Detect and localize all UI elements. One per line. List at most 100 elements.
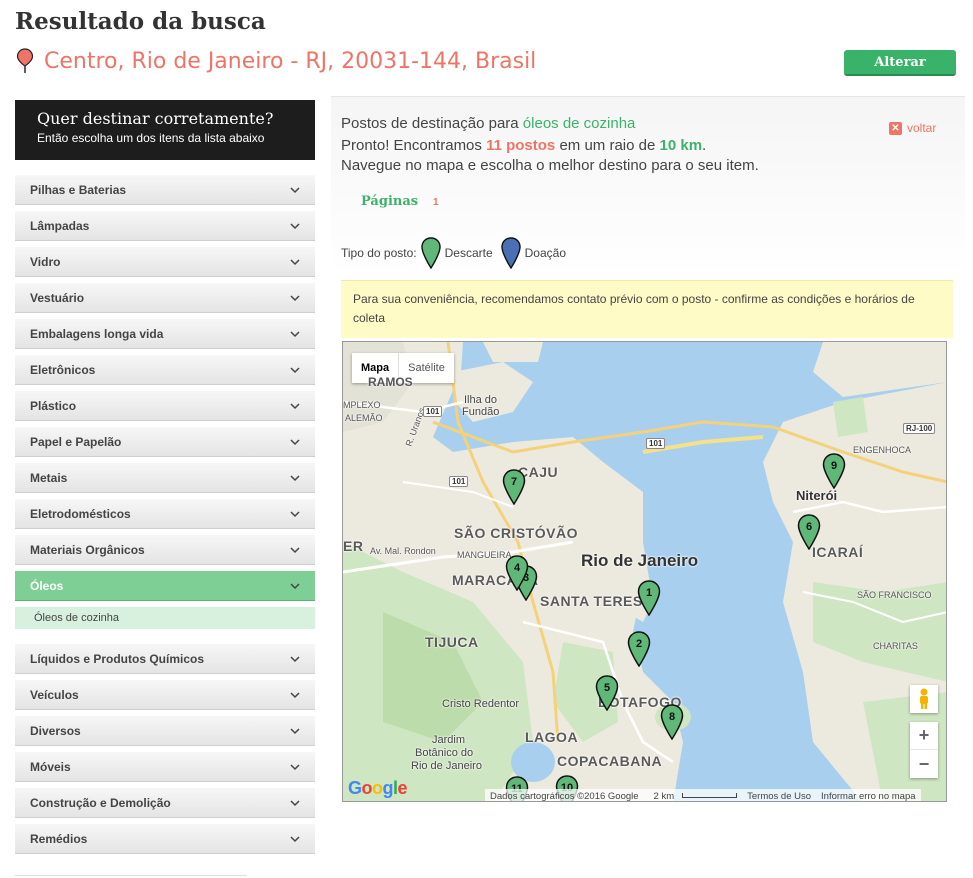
street-view-pegman-icon[interactable] <box>910 685 938 713</box>
subcategory-oleos-cozinha[interactable]: Óleos de cozinha <box>15 607 315 629</box>
map-marker[interactable]: 6 <box>797 514 821 551</box>
map-marker[interactable]: 4 <box>505 555 529 592</box>
road-shield-101: 101 <box>423 406 443 417</box>
google-logo: Google <box>348 778 408 798</box>
road-shield-rj100: RJ-100 <box>903 423 936 434</box>
chevron-down-icon <box>290 438 300 445</box>
marker-number: 7 <box>510 476 518 488</box>
category-label: Embalagens longa vida <box>30 326 164 341</box>
marker-number: 5 <box>603 682 611 694</box>
category-construcao[interactable]: Construção e Demolição <box>15 788 315 818</box>
category-sidebar: Quer destinar corretamente? Então escolh… <box>15 100 315 854</box>
radius-prefix: em um raio de <box>559 137 656 154</box>
category-vestuario[interactable]: Vestuário <box>15 283 315 313</box>
marker-number: 6 <box>805 521 813 533</box>
location-pin-icon <box>16 48 34 73</box>
map-label-copacabana: COPACABANA <box>557 753 663 769</box>
category-lampadas[interactable]: Lâmpadas <box>15 211 315 241</box>
search-address: Centro, Rio de Janeiro - RJ, 20031-144, … <box>44 48 537 74</box>
item-link[interactable]: óleos de cozinha <box>523 115 636 132</box>
category-label: Líquidos e Produtos Químicos <box>30 651 205 666</box>
category-eletrodomesticos[interactable]: Eletrodomésticos <box>15 499 315 529</box>
sidebar-heading: Quer destinar corretamente? <box>37 109 274 128</box>
map-label-jardim-3: Rio de Janeiro <box>411 760 482 772</box>
page-title: Resultado da busca <box>15 8 266 35</box>
marker-number: 9 <box>830 460 838 472</box>
map-label-sao-cristovao: SÃO CRISTÓVÃO <box>454 525 578 541</box>
pages-label: Páginas <box>361 194 419 209</box>
map-report-link[interactable]: Informar erro no mapa <box>816 791 921 802</box>
map-label-tijuca: TIJUCA <box>425 634 479 650</box>
category-vidro[interactable]: Vidro <box>15 247 315 277</box>
post-type-legend: Tipo do posto: Descarte Doação <box>341 237 566 269</box>
map-marker[interactable]: 8 <box>660 704 684 741</box>
map-terms-link[interactable]: Termos de Uso <box>742 791 816 802</box>
category-liquidos[interactable]: Líquidos e Produtos Químicos <box>15 644 315 674</box>
map-label-engenhoca: ENGENHOCA <box>853 445 912 455</box>
zoom-in-button[interactable]: + <box>910 722 938 750</box>
descarte-marker-icon <box>420 237 441 269</box>
results-map[interactable]: Mapa Satélite RAMOS MPLEXO ALEMÃO Ilha d… <box>342 341 947 802</box>
category-label: Vestuário <box>30 290 85 305</box>
chevron-down-icon <box>290 366 300 373</box>
category-moveis[interactable]: Móveis <box>15 752 315 782</box>
category-plastico[interactable]: Plástico <box>15 391 315 421</box>
category-veiculos[interactable]: Veículos <box>15 680 315 710</box>
close-icon: ✕ <box>889 121 902 135</box>
chevron-down-icon <box>290 582 300 589</box>
map-label-ramos: RAMOS <box>368 375 413 389</box>
map-label-jardim-2: Botânico do <box>415 747 474 759</box>
map-label-rio: Rio de Janeiro <box>581 551 699 570</box>
map-label-cristo: Cristo Redentor <box>442 698 520 710</box>
marker-number: 2 <box>635 638 643 650</box>
road-shield-101: 101 <box>646 438 666 449</box>
map-marker[interactable]: 9 <box>822 453 846 490</box>
type-label: Tipo do posto: <box>341 246 417 260</box>
road-shield-101: 101 <box>449 476 469 487</box>
category-metais[interactable]: Metais <box>15 463 315 493</box>
map-marker[interactable]: 1 <box>637 580 661 617</box>
map-label-ilha: Ilha do <box>464 394 498 406</box>
map-marker[interactable]: 7 <box>502 469 526 506</box>
type-doacao-label: Doação <box>524 246 567 260</box>
alter-address-button[interactable]: Alterar <box>844 50 956 76</box>
category-papel[interactable]: Papel e Papelão <box>15 427 315 457</box>
category-diversos[interactable]: Diversos <box>15 716 315 746</box>
sidebar-header: Quer destinar corretamente? Então escolh… <box>15 100 315 160</box>
page-link-1[interactable]: 1 <box>433 197 439 208</box>
period: . <box>702 137 707 154</box>
chevron-down-icon <box>290 474 300 481</box>
intro-text: Postos de destinação para <box>341 115 519 132</box>
map-marker[interactable]: 5 <box>595 675 619 712</box>
results-summary: Pronto! Encontramos 11 postos em um raio… <box>341 137 706 154</box>
zoom-out-button[interactable]: − <box>910 750 938 778</box>
category-pilhas-baterias[interactable]: Pilhas e Baterias <box>15 175 315 205</box>
map-label-jardim-1: Jardim <box>432 734 466 746</box>
chevron-down-icon <box>290 727 300 734</box>
voltar-link[interactable]: ✕ voltar <box>889 121 936 135</box>
map-label-sao-francisco: SÃO FRANCISCO <box>857 590 932 600</box>
category-label: Construção e Demolição <box>30 795 171 810</box>
type-descarte-label: Descarte <box>444 246 493 260</box>
marker-number: 4 <box>513 562 521 574</box>
chevron-down-icon <box>290 691 300 698</box>
category-embalagens[interactable]: Embalagens longa vida <box>15 319 315 349</box>
category-remedios[interactable]: Remédios <box>15 824 315 854</box>
chevron-down-icon <box>290 402 300 409</box>
map-label-complexo: MPLEXO <box>343 400 381 410</box>
chevron-down-icon <box>290 294 300 301</box>
chevron-down-icon <box>290 222 300 229</box>
map-marker[interactable]: 2 <box>627 631 651 668</box>
category-label: Vidro <box>30 254 61 269</box>
category-oleos[interactable]: Óleos <box>15 571 315 601</box>
convenience-notice: Para sua conveniência, recomendamos cont… <box>341 280 953 338</box>
category-label: Plástico <box>30 398 77 413</box>
map-label-niteroi: Niterói <box>796 488 838 503</box>
category-eletronicos[interactable]: Eletrônicos <box>15 355 315 385</box>
chevron-down-icon <box>290 546 300 553</box>
search-location: Centro, Rio de Janeiro - RJ, 20031-144, … <box>16 48 536 74</box>
category-organicos[interactable]: Materiais Orgânicos <box>15 535 315 565</box>
chevron-down-icon <box>290 835 300 842</box>
results-intro: Postos de destinação para óleos de cozin… <box>341 115 635 132</box>
category-label: Veículos <box>30 687 79 702</box>
